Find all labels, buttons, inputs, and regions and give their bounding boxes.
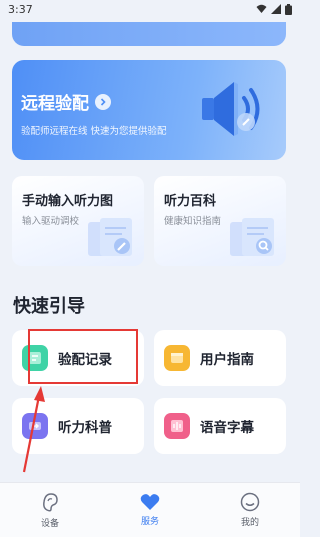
highlight-box (28, 329, 138, 384)
remote-fitting-header: 远程验配 (21, 89, 111, 114)
pen-document-icon (88, 218, 132, 256)
hearing-science-label: 听力科普 (58, 420, 112, 436)
nav-item-mine[interactable]: 我的 (200, 483, 300, 537)
scrolled-banner[interactable] (12, 22, 286, 46)
hearing-encyclopedia-subtitle: 健康知识指南 (164, 216, 222, 227)
status-time: 3:37 (8, 2, 33, 16)
manual-audiogram-subtitle: 输入驱动调校 (22, 216, 80, 227)
signal-icon (271, 4, 281, 14)
speaker-icon (202, 82, 260, 136)
manual-audiogram-title: 手动输入听力图 (22, 194, 114, 209)
heart-icon (140, 494, 160, 510)
battery-icon (285, 3, 292, 15)
remote-fitting-card[interactable]: 远程验配 验配师远程在线 快速为您提供验配 (12, 60, 286, 160)
hearing-encyclopedia-title: 听力百科 (164, 194, 217, 209)
nav-label-device: 设备 (40, 519, 59, 529)
nav-item-service[interactable]: 服务 (100, 483, 200, 537)
voice-caption-button[interactable]: 语音字幕 (154, 398, 286, 454)
user-guide-button[interactable]: 用户指南 (154, 330, 286, 386)
status-icons (256, 3, 292, 15)
remote-fitting-subtitle: 验配师远程在线 快速为您提供验配 (21, 126, 167, 137)
voice-caption-label: 语音字幕 (200, 420, 254, 436)
bottom-nav: 设备 服务 我的 (0, 482, 300, 537)
quick-guide-title: 快速引导 (13, 296, 85, 317)
nav-label-mine: 我的 (240, 518, 259, 528)
chevron-right-icon (95, 93, 111, 110)
wifi-icon (256, 4, 267, 13)
user-guide-label: 用户指南 (200, 352, 254, 368)
smile-icon (240, 492, 260, 512)
voice-caption-icon (164, 413, 190, 439)
ear-icon (43, 493, 58, 512)
nav-label-service: 服务 (140, 517, 159, 527)
hearing-encyclopedia-card[interactable]: 听力百科 健康知识指南 (154, 176, 286, 266)
nav-item-device[interactable]: 设备 (0, 483, 100, 537)
arrow-annotation-icon (22, 386, 45, 473)
guide-icon (164, 345, 190, 371)
status-bar: 3:37 (0, 0, 300, 18)
manual-audiogram-card[interactable]: 手动输入听力图 输入驱动调校 (12, 176, 144, 266)
remote-fitting-title: 远程验配 (21, 94, 89, 114)
search-document-icon (230, 218, 274, 256)
